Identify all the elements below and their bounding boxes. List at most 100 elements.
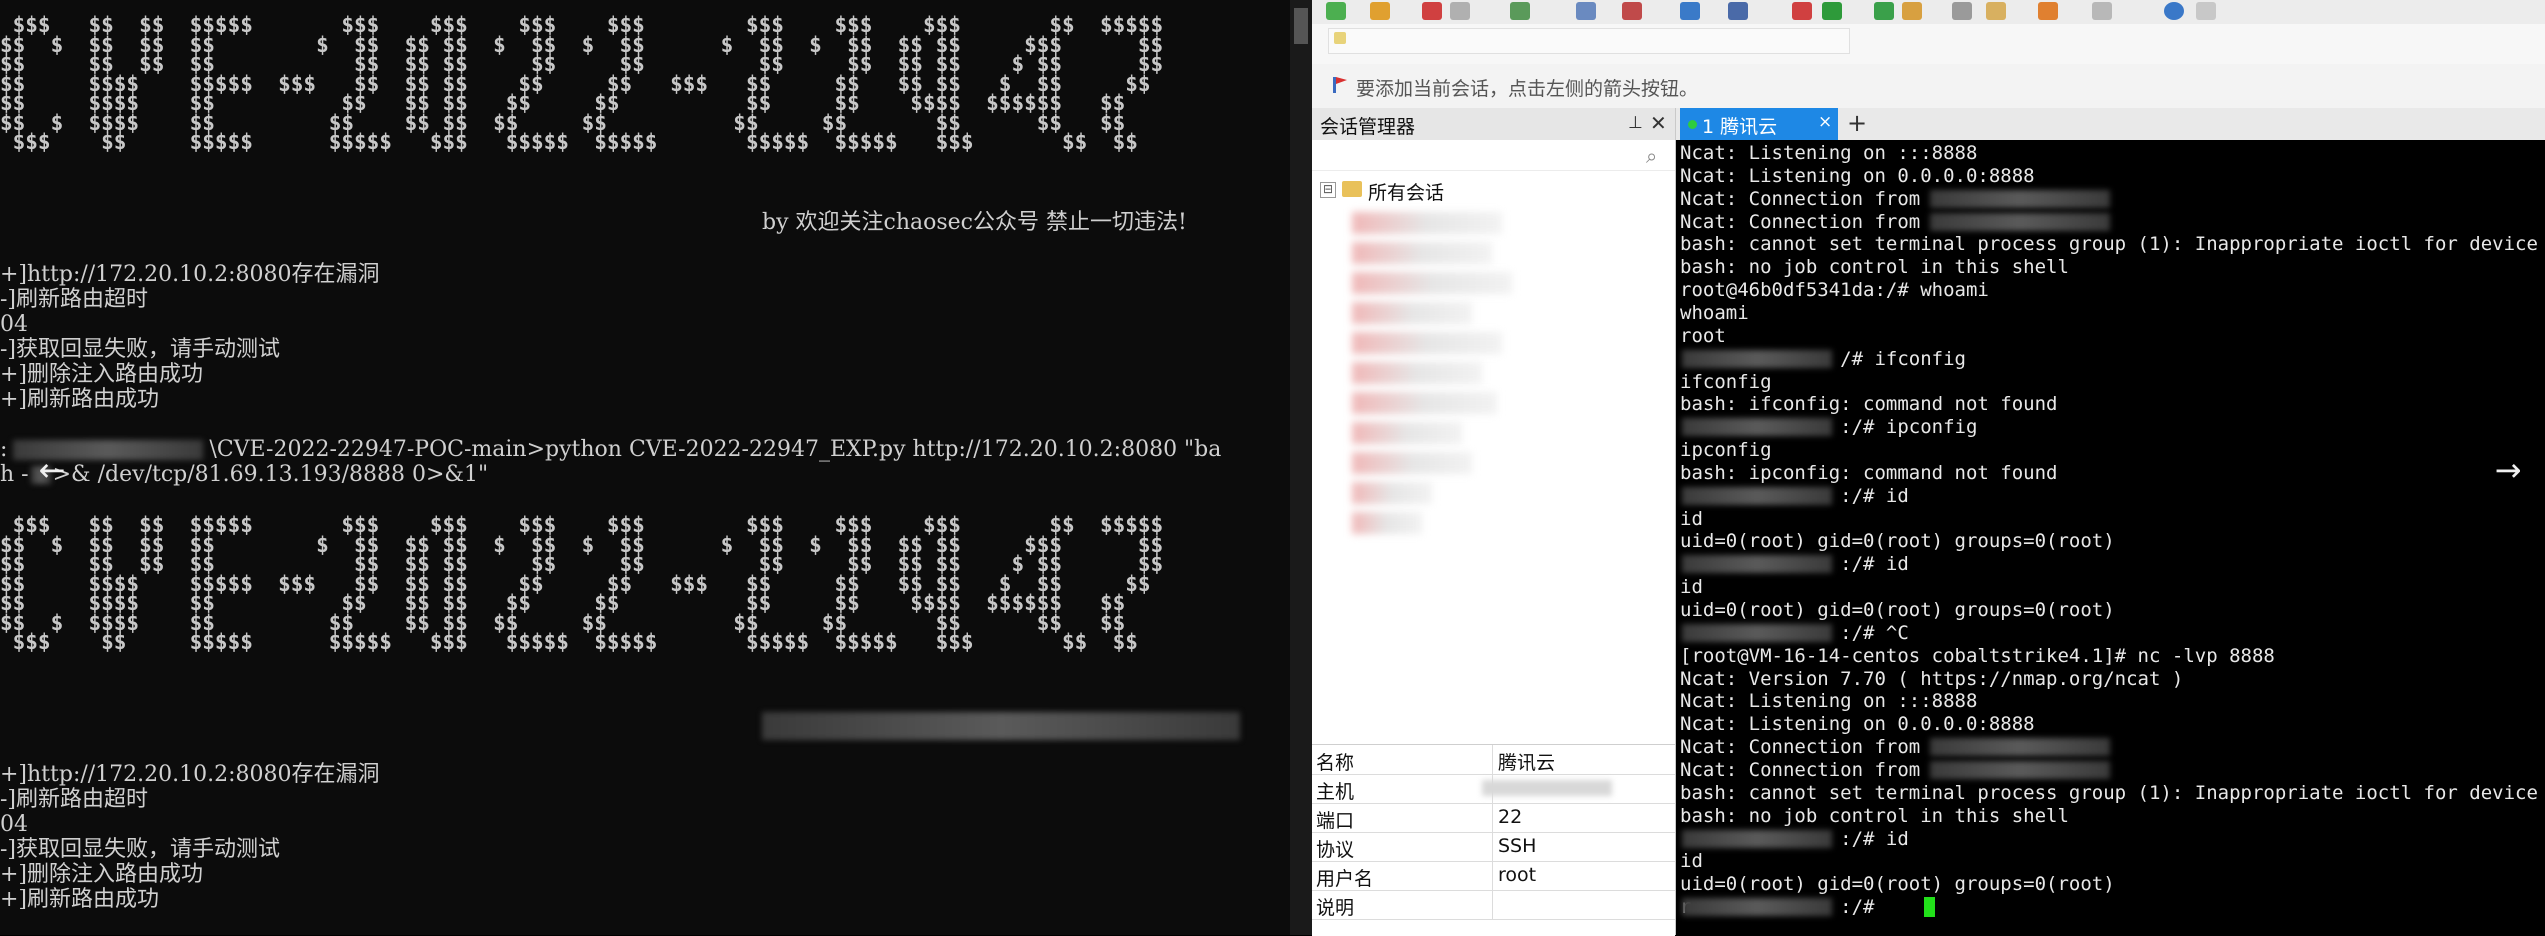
globe-icon[interactable] bbox=[1680, 2, 1700, 20]
left-scrollbar[interactable] bbox=[1290, 0, 1312, 935]
redacted-session[interactable] bbox=[1352, 422, 1462, 444]
terminal-line-text: Ncat: Version 7.70 ( https://nmap.org/nc… bbox=[1680, 667, 2184, 690]
scrollbar-thumb[interactable] bbox=[1294, 8, 1308, 44]
redacted-session[interactable] bbox=[1352, 512, 1422, 534]
transfer-icon[interactable] bbox=[2038, 2, 2058, 20]
help-icon[interactable] bbox=[2164, 2, 2184, 20]
script-icon[interactable] bbox=[1822, 2, 1842, 20]
tab-close-icon[interactable]: × bbox=[1818, 112, 1832, 132]
property-row[interactable]: 主机 bbox=[1312, 774, 1675, 804]
redacted-session[interactable] bbox=[1352, 272, 1512, 294]
terminal-line: Ncat: Listening on :::8888 bbox=[1680, 690, 1977, 712]
find-icon[interactable] bbox=[1576, 2, 1596, 20]
disconnect-icon[interactable] bbox=[1422, 2, 1442, 20]
terminal-line-text: [root@VM-16-14-centos cobaltstrike4.1]# … bbox=[1680, 644, 2275, 667]
redacted-session[interactable] bbox=[1352, 242, 1492, 264]
property-row[interactable]: 说明 bbox=[1312, 890, 1675, 920]
terminal-line-text: bash: cannot set terminal process group … bbox=[1680, 781, 2538, 804]
terminal-line: bash: no job control in this shell bbox=[1680, 256, 2069, 278]
redacted-session[interactable] bbox=[1352, 362, 1482, 384]
compose-icon[interactable] bbox=[1986, 2, 2006, 20]
message-icon[interactable] bbox=[2196, 2, 2216, 20]
ssh-client-window: 要添加当前会话，点击左侧的箭头按钮。 会话管理器 ⊥ ✕ ⌕ ⊟ 所有会话 名称… bbox=[1312, 0, 2545, 936]
property-key: 端口 bbox=[1316, 810, 1355, 832]
redacted-text bbox=[1682, 829, 1832, 848]
keyboard-icon[interactable] bbox=[1952, 2, 1972, 20]
terminal-line: Ncat: Connection from bbox=[1680, 188, 1932, 210]
column-divider bbox=[1492, 745, 1493, 774]
xftp-icon[interactable] bbox=[1792, 2, 1812, 20]
terminal-line-text: root@46b0df5341da:/# whoami bbox=[1680, 279, 1989, 302]
output-line: +]刷新路由成功 bbox=[0, 887, 160, 912]
redacted-session[interactable] bbox=[1352, 392, 1497, 414]
terminal-line-text: Ncat: Connection from bbox=[1680, 187, 1932, 210]
property-row[interactable]: 用户名 root bbox=[1312, 861, 1675, 891]
tree-expander-icon[interactable]: ⊟ bbox=[1320, 182, 1336, 198]
connected-status-icon bbox=[1688, 120, 1697, 129]
terminal-line-text: root bbox=[1680, 324, 1726, 347]
credit-line: by 欢迎关注chaosec公众号 禁止一切违法! bbox=[762, 210, 1187, 235]
folder-icon bbox=[1342, 181, 1362, 197]
terminal-line-text: id bbox=[1680, 576, 1703, 599]
terminal-line-text: Ncat: Connection from bbox=[1680, 736, 1932, 759]
pin-icon[interactable]: ⊥ bbox=[1628, 113, 1643, 133]
terminal-line-text: bash: no job control in this shell bbox=[1680, 256, 2069, 279]
session-search[interactable]: ⌕ bbox=[1312, 140, 1675, 171]
terminal-line-text: bash: no job control in this shell bbox=[1680, 804, 2069, 827]
terminal-line: uid=0(root) gid=0(root) groups=0(root) bbox=[1680, 873, 2115, 895]
add-tab-button[interactable]: + bbox=[1846, 110, 1868, 136]
new-session-icon[interactable] bbox=[1326, 2, 1346, 20]
terminal-cursor bbox=[1924, 897, 1935, 918]
terminal-line: root bbox=[1680, 325, 1726, 347]
property-key: 协议 bbox=[1316, 839, 1355, 861]
property-row[interactable]: 协议 SSH bbox=[1312, 832, 1675, 862]
terminal-line: uid=0(root) gid=0(root) groups=0(root) bbox=[1680, 599, 2115, 621]
tab-tencent-cloud[interactable]: 1 腾讯云 × bbox=[1680, 108, 1838, 140]
tree-root-label: 所有会话 bbox=[1368, 182, 1445, 204]
terminal-line: Ncat: Listening on 0.0.0.0:8888 bbox=[1680, 165, 2035, 187]
property-row[interactable]: 名称 腾讯云 bbox=[1312, 745, 1675, 775]
ascii-banner-line: $$$ $$ $$$$$ $$$$$ $$$ $$$$$ $$$$$ $$$$$… bbox=[0, 630, 1138, 654]
terminal-line-text: Ncat: Connection from bbox=[1680, 210, 1932, 233]
redacted-session[interactable] bbox=[1352, 332, 1502, 354]
output-line: +]http://172.20.10.2:8080存在漏洞 bbox=[0, 762, 380, 787]
redacted-session[interactable] bbox=[1352, 452, 1472, 474]
terminal-line: bash: ifconfig: command not found bbox=[1680, 393, 2058, 415]
property-key: 用户名 bbox=[1316, 868, 1374, 890]
redacted-text bbox=[1930, 212, 2110, 231]
lock-icon[interactable] bbox=[1902, 2, 1922, 20]
terminal-line-text: uid=0(root) gid=0(root) groups=0(root) bbox=[1680, 873, 2115, 896]
output-line: +]刷新路由成功 bbox=[0, 387, 160, 412]
close-icon[interactable]: ✕ bbox=[1650, 111, 1667, 135]
output-line: 04 bbox=[0, 312, 28, 337]
search-icon[interactable]: ⌕ bbox=[1646, 144, 1657, 168]
remote-terminal[interactable]: Ncat: Listening on :::8888 Ncat: Listenin… bbox=[1676, 140, 2545, 935]
terminal-line: Ncat: Listening on 0.0.0.0:8888 bbox=[1680, 713, 2035, 735]
properties-icon[interactable] bbox=[1510, 2, 1530, 20]
open-folder-icon[interactable] bbox=[1370, 2, 1390, 20]
copy-icon[interactable] bbox=[1622, 2, 1642, 20]
terminal-line-text: Ncat: Listening on 0.0.0.0:8888 bbox=[1680, 164, 2035, 187]
address-input[interactable] bbox=[1328, 28, 1850, 54]
font-icon[interactable] bbox=[1728, 2, 1748, 20]
fullscreen-icon[interactable] bbox=[1874, 2, 1894, 20]
left-terminal[interactable]: $$$ $$ $$ $$$$$ $$$ $$$ $$$ $$$ $$$ $$$ … bbox=[0, 0, 1290, 935]
hint-text: 要添加当前会话，点击左侧的箭头按钮。 bbox=[1356, 78, 1699, 100]
output-line: +]删除注入路由成功 bbox=[0, 862, 204, 887]
reconnect-icon[interactable] bbox=[1450, 2, 1470, 20]
terminal-line-text: whoami bbox=[1680, 301, 1749, 324]
terminal-line: Ncat: Connection from bbox=[1680, 759, 1932, 781]
prev-arrow-icon[interactable]: ← bbox=[32, 450, 72, 490]
bookmark-flag-icon[interactable] bbox=[1332, 76, 1348, 94]
terminal-line: [root@VM-16-14-centos cobaltstrike4.1]# … bbox=[1680, 645, 2275, 667]
column-divider bbox=[1492, 861, 1493, 890]
redacted-session[interactable] bbox=[1352, 212, 1502, 234]
property-row[interactable]: 端口 22 bbox=[1312, 803, 1675, 833]
lock-icon bbox=[1334, 32, 1346, 44]
redacted-session[interactable] bbox=[1352, 482, 1432, 504]
redacted-session[interactable] bbox=[1352, 302, 1472, 324]
property-value: SSH bbox=[1498, 835, 1537, 857]
layout-icon[interactable] bbox=[2092, 2, 2112, 20]
terminal-line-text: ipconfig bbox=[1680, 439, 1772, 462]
next-arrow-icon[interactable]: → bbox=[2488, 450, 2528, 490]
